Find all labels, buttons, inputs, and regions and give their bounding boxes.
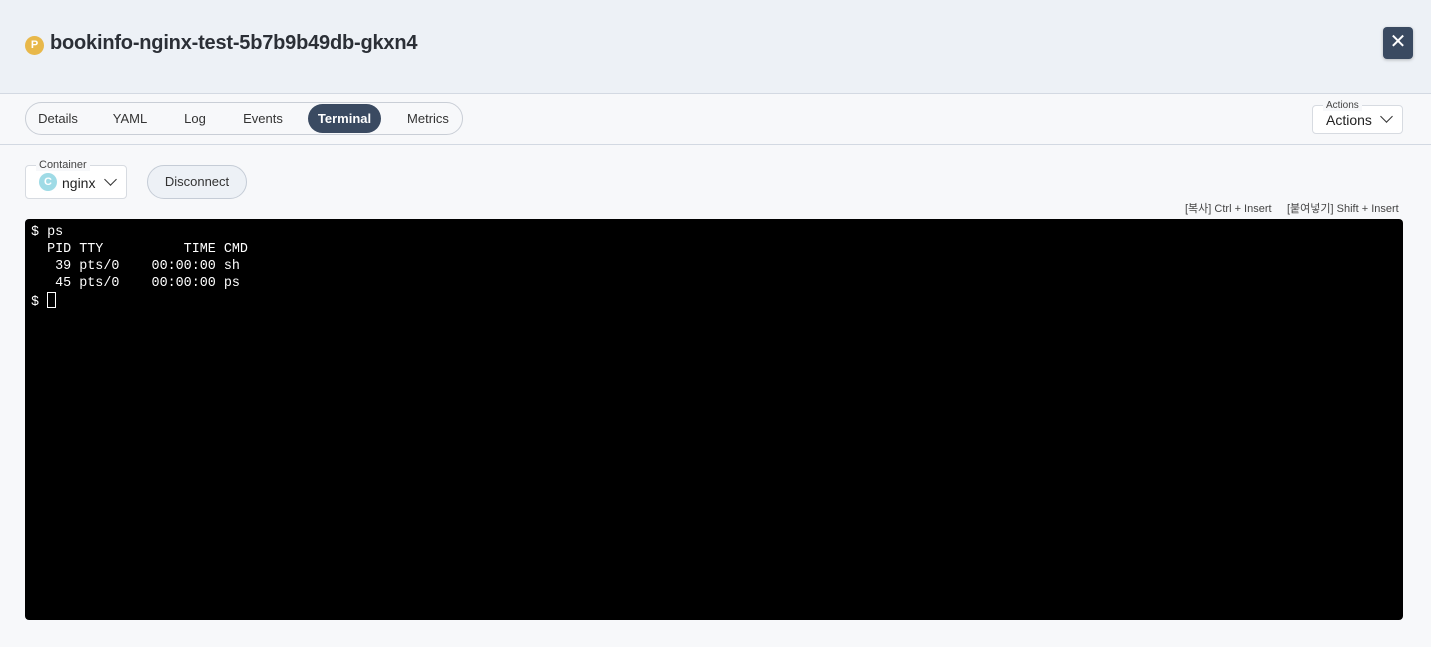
tab-terminal[interactable]: Terminal (308, 104, 381, 133)
tab-yaml[interactable]: YAML (99, 104, 161, 133)
container-value: nginx (62, 175, 96, 191)
close-icon: ✕ (1389, 31, 1407, 53)
drawer-header: P bookinfo-nginx-test-5b7b9b49db-gkxn4 ✕ (0, 0, 1431, 94)
disconnect-button[interactable]: Disconnect (147, 165, 247, 199)
container-legend: Container (36, 160, 90, 171)
copy-shortcut-hint: [복사] Ctrl + Insert (1185, 203, 1272, 215)
pod-title: bookinfo-nginx-test-5b7b9b49db-gkxn4 (50, 32, 418, 54)
tab-details[interactable]: Details (27, 104, 89, 133)
tab-group: Details YAML Log Events Terminal Metrics (25, 102, 463, 135)
terminal-line: PID TTY TIME CMD (31, 242, 248, 257)
terminal-line: 39 pts/0 00:00:00 sh (31, 259, 240, 274)
terminal-prompt-line: $ (31, 292, 1397, 310)
paste-shortcut-hint: [붙여넣기] Shift + Insert (1287, 203, 1399, 215)
container-type-badge: C (39, 173, 57, 191)
chevron-down-icon (1380, 110, 1393, 123)
terminal-line: 45 pts/0 00:00:00 ps (31, 276, 240, 291)
actions-legend: Actions (1323, 100, 1362, 111)
chevron-down-icon (104, 173, 117, 186)
tab-events[interactable]: Events (229, 104, 297, 133)
terminal-cursor (47, 292, 57, 308)
terminal-prompt: $ (31, 295, 48, 310)
actions-dropdown[interactable]: Actions Actions (1312, 100, 1403, 134)
tab-log[interactable]: Log (170, 104, 220, 133)
container-select[interactable]: Container C nginx (25, 160, 127, 199)
terminal-line: $ ps (31, 225, 64, 240)
actions-value: Actions (1326, 112, 1372, 128)
tab-metrics[interactable]: Metrics (394, 104, 462, 133)
close-button[interactable]: ✕ (1383, 27, 1413, 59)
pod-type-badge: P (25, 36, 44, 55)
terminal[interactable]: $ ps PID TTY TIME CMD 39 pts/0 00:00:00 … (25, 219, 1403, 620)
tab-bar: Details YAML Log Events Terminal Metrics… (0, 94, 1431, 145)
